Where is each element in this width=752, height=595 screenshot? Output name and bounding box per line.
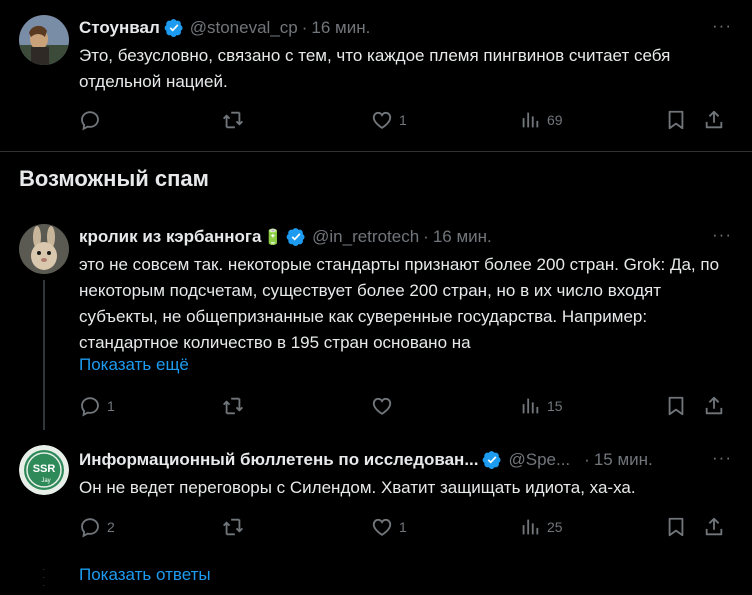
tweet-stoneval[interactable]: Стоунвал @stoneval_cp · 16 мин. ··· Это,… [0, 0, 752, 150]
tweet-text: Он не ведет переговоры с Силендом. Хвати… [79, 478, 636, 497]
tweet-header: Стоунвал @stoneval_cp · 16 мин. ··· [79, 16, 732, 40]
like-button[interactable] [371, 395, 393, 417]
bookmark-button[interactable] [665, 516, 687, 538]
views-button[interactable]: 69 [519, 109, 563, 131]
views-icon [519, 109, 541, 131]
reply-button[interactable]: 2 [79, 516, 115, 538]
share-icon [703, 109, 725, 131]
action-bar: 1 69 [79, 109, 739, 133]
views-icon [519, 516, 541, 538]
tweet-research-newsletter[interactable]: SSR Jay Информационный бюллетень по иссл… [0, 435, 752, 555]
retweet-button[interactable] [222, 109, 244, 131]
verified-icon [286, 227, 306, 247]
separator-dot: · [301, 18, 308, 37]
timestamp[interactable]: 16 мин. [311, 18, 370, 38]
show-more-link[interactable]: Показать ещё [79, 352, 189, 378]
bookmark-button[interactable] [665, 395, 687, 417]
retweet-button[interactable] [222, 395, 244, 417]
author-name[interactable]: Информационный бюллетень по исследован..… [79, 450, 478, 470]
avatar[interactable]: SSR Jay [19, 445, 69, 495]
bookmark-icon [665, 109, 687, 131]
avatar[interactable] [19, 15, 69, 65]
tweet-text: это не совсем так. некоторые стандарты п… [79, 255, 720, 352]
reply-count: 2 [107, 519, 115, 535]
reply-icon [79, 109, 101, 131]
view-count: 15 [547, 398, 563, 414]
share-icon [703, 395, 725, 417]
tweet-in-retrotech[interactable]: кролик из кэрбаннога 🔋 @in_retrotech · 1… [0, 210, 752, 435]
separator-dot: · [584, 450, 590, 469]
section-title-possible-spam: Возможный спам [19, 166, 209, 191]
timestamp[interactable]: 16 мин. [433, 227, 492, 247]
like-count: 1 [399, 112, 407, 128]
svg-text:Jay: Jay [41, 478, 50, 484]
more-icon[interactable]: ··· [712, 448, 732, 468]
views-button[interactable]: 25 [519, 516, 563, 538]
thread-dots: · · · [42, 564, 46, 591]
tweet-header: кролик из кэрбаннога 🔋 @in_retrotech · 1… [79, 225, 732, 249]
verified-icon [164, 18, 184, 38]
like-icon [371, 395, 393, 417]
reply-icon [79, 395, 101, 417]
author-name[interactable]: Стоунвал [79, 18, 160, 38]
avatar[interactable] [19, 224, 69, 274]
action-bar: 1 15 [79, 395, 739, 419]
retweet-icon [222, 109, 244, 131]
like-icon [371, 109, 393, 131]
like-count: 1 [399, 519, 407, 535]
views-button[interactable]: 15 [519, 395, 563, 417]
like-icon [371, 516, 393, 538]
reply-button[interactable] [79, 109, 101, 131]
show-replies-link[interactable]: Показать ответы [79, 565, 211, 585]
more-icon[interactable]: ··· [712, 16, 732, 36]
more-icon[interactable]: ··· [712, 225, 732, 245]
share-button[interactable] [703, 109, 725, 131]
bookmark-button[interactable] [665, 109, 687, 131]
thread-line [43, 280, 45, 430]
battery-emoji: 🔋 [263, 229, 283, 246]
avatar-image [19, 224, 69, 274]
divider [0, 151, 752, 152]
author-handle[interactable]: @Spe... [508, 450, 570, 470]
share-button[interactable] [703, 395, 725, 417]
bookmark-icon [665, 395, 687, 417]
retweet-icon [222, 516, 244, 538]
avatar-image: SSR Jay [19, 445, 69, 495]
reply-count: 1 [107, 398, 115, 414]
author-name[interactable]: кролик из кэрбаннога [79, 227, 261, 247]
view-count: 25 [547, 519, 563, 535]
like-button[interactable]: 1 [371, 516, 407, 538]
action-bar: 2 1 25 [79, 516, 739, 540]
author-handle[interactable]: @stoneval_cp [190, 18, 298, 38]
retweet-icon [222, 395, 244, 417]
avatar-image [19, 15, 69, 65]
svg-text:SSR: SSR [33, 463, 56, 475]
view-count: 69 [547, 112, 563, 128]
verified-icon [482, 450, 502, 470]
bookmark-icon [665, 516, 687, 538]
reply-button[interactable]: 1 [79, 395, 115, 417]
author-handle[interactable]: @in_retrotech [312, 227, 419, 247]
retweet-button[interactable] [222, 516, 244, 538]
share-button[interactable] [703, 516, 725, 538]
separator-dot: · [423, 227, 429, 246]
views-icon [519, 395, 541, 417]
share-icon [703, 516, 725, 538]
timestamp[interactable]: 15 мин. [594, 450, 653, 470]
reply-icon [79, 516, 101, 538]
like-button[interactable]: 1 [371, 109, 407, 131]
tweet-text: Это, безусловно, связано с тем, что кажд… [79, 46, 671, 91]
tweet-header: Информационный бюллетень по исследован..… [79, 448, 732, 472]
